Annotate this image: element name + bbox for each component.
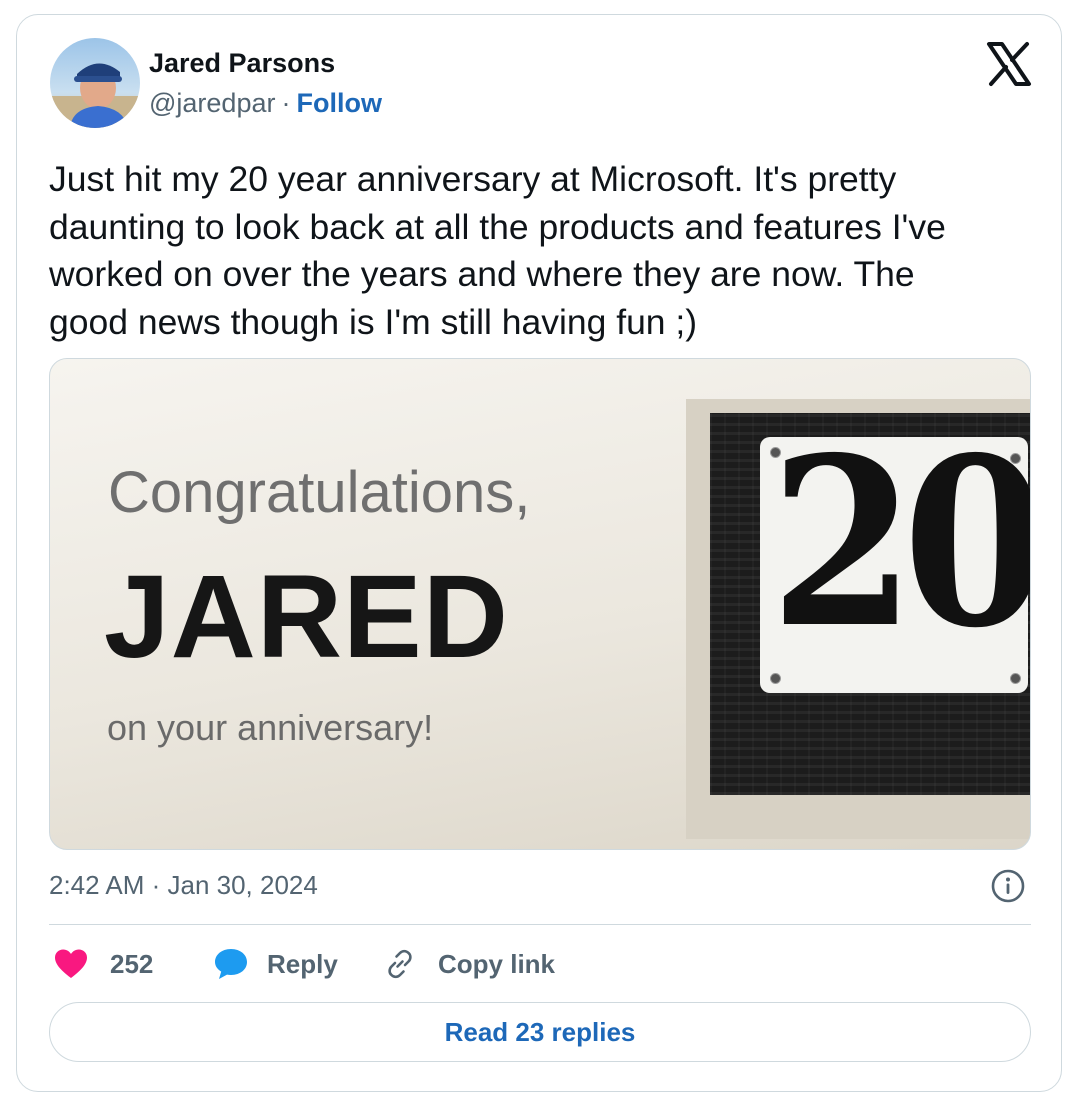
plate-number: 20 xyxy=(770,406,1031,679)
plaque-board: 20 xyxy=(710,413,1030,795)
like-button[interactable]: 252 xyxy=(54,944,153,984)
tweet-media-image[interactable]: Congratulations, JARED on your anniversa… xyxy=(49,358,1031,850)
handle-separator: · xyxy=(281,88,291,118)
read-replies-button[interactable]: Read 23 replies xyxy=(49,1002,1031,1062)
avatar-photo xyxy=(50,38,140,128)
media-anniversary-text: on your anniversary! xyxy=(107,707,434,748)
copy-link-label: Copy link xyxy=(438,948,556,979)
copy-link-button[interactable]: Copy link xyxy=(384,944,555,984)
info-icon[interactable] xyxy=(990,868,1026,904)
tweet-text: Just hit my 20 year anniversary at Micro… xyxy=(49,159,946,342)
screw-icon xyxy=(1010,673,1021,684)
screw-icon xyxy=(770,673,781,684)
heart-icon xyxy=(55,949,87,978)
divider xyxy=(49,924,1031,925)
number-plate: 20 xyxy=(760,427,1030,693)
author-avatar[interactable] xyxy=(50,38,140,128)
media-name-text: JARED xyxy=(104,551,509,683)
author-handle[interactable]: @jaredpar xyxy=(149,88,275,118)
link-icon xyxy=(388,949,412,979)
follow-link[interactable]: Follow xyxy=(296,88,381,118)
x-logo-icon[interactable] xyxy=(985,40,1033,88)
author-handle-row: @jaredpar · Follow xyxy=(149,88,382,119)
speech-bubble-icon xyxy=(215,949,247,979)
screw-icon xyxy=(1010,453,1021,464)
media-congrats-text: Congratulations, xyxy=(108,460,531,525)
tweet-timestamp[interactable]: 2:42 AM · Jan 30, 2024 xyxy=(49,870,318,901)
reply-label: Reply xyxy=(267,948,338,979)
author-name[interactable]: Jared Parsons xyxy=(149,48,335,79)
screw-icon xyxy=(770,447,781,458)
like-count: 252 xyxy=(110,948,154,979)
reply-button[interactable]: Reply xyxy=(213,944,338,984)
